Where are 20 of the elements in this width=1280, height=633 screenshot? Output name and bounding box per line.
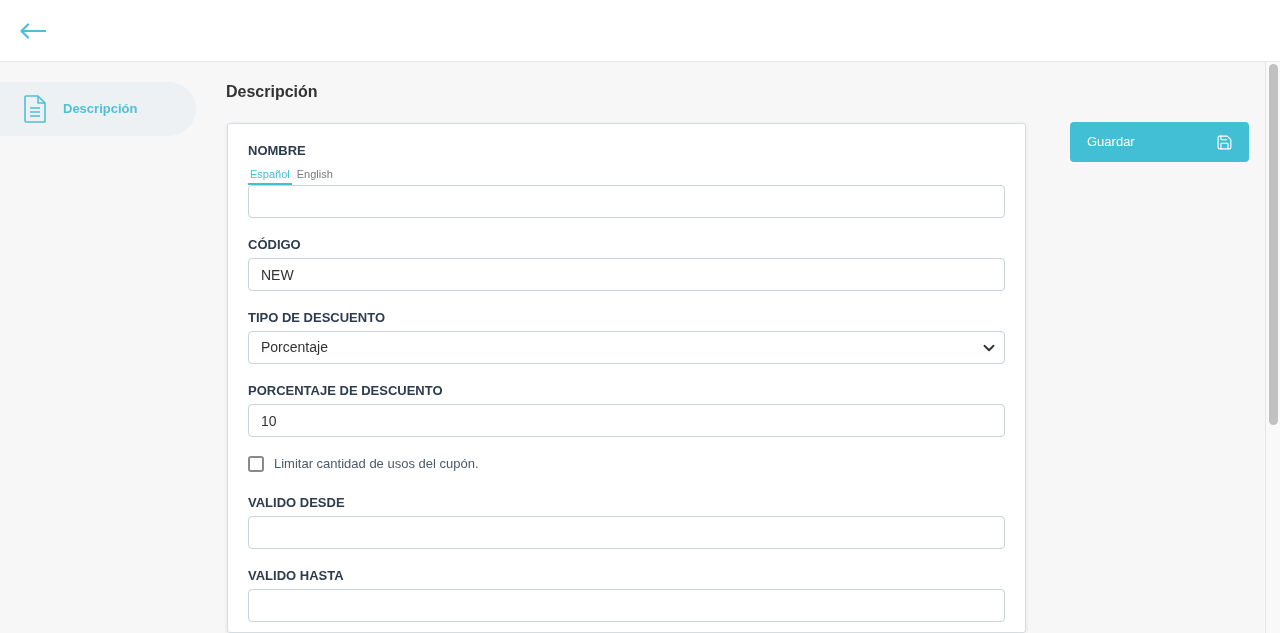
input-field[interactable] [248, 185, 1005, 218]
checkbox[interactable] [248, 456, 264, 472]
back-arrow-icon[interactable] [20, 22, 46, 39]
scrollbar-thumb[interactable] [1268, 64, 1278, 425]
field-label: NOMBRE [248, 144, 307, 158]
save-icon [1216, 133, 1233, 151]
field-label: VALIDO DESDE [248, 496, 346, 510]
field-label: TIPO DE DESCUENTO [248, 311, 386, 325]
language-tab[interactable]: English [294, 165, 335, 185]
input-field[interactable] [248, 589, 1005, 622]
input-field[interactable] [248, 516, 1005, 549]
field-label: VALIDO HASTA [248, 569, 345, 583]
input-field[interactable]: 10 [248, 404, 1005, 437]
document-icon [24, 95, 46, 123]
input-field[interactable]: NEW [248, 258, 1005, 291]
field-label: CÓDIGO [248, 238, 302, 252]
checkbox-label: Limitar cantidad de usos del cupón. [274, 455, 479, 474]
field-label: PORCENTAJE DE DESCUENTO [248, 384, 444, 398]
section-title: Descripción [226, 82, 318, 102]
select-field[interactable]: Porcentaje [248, 331, 1005, 364]
